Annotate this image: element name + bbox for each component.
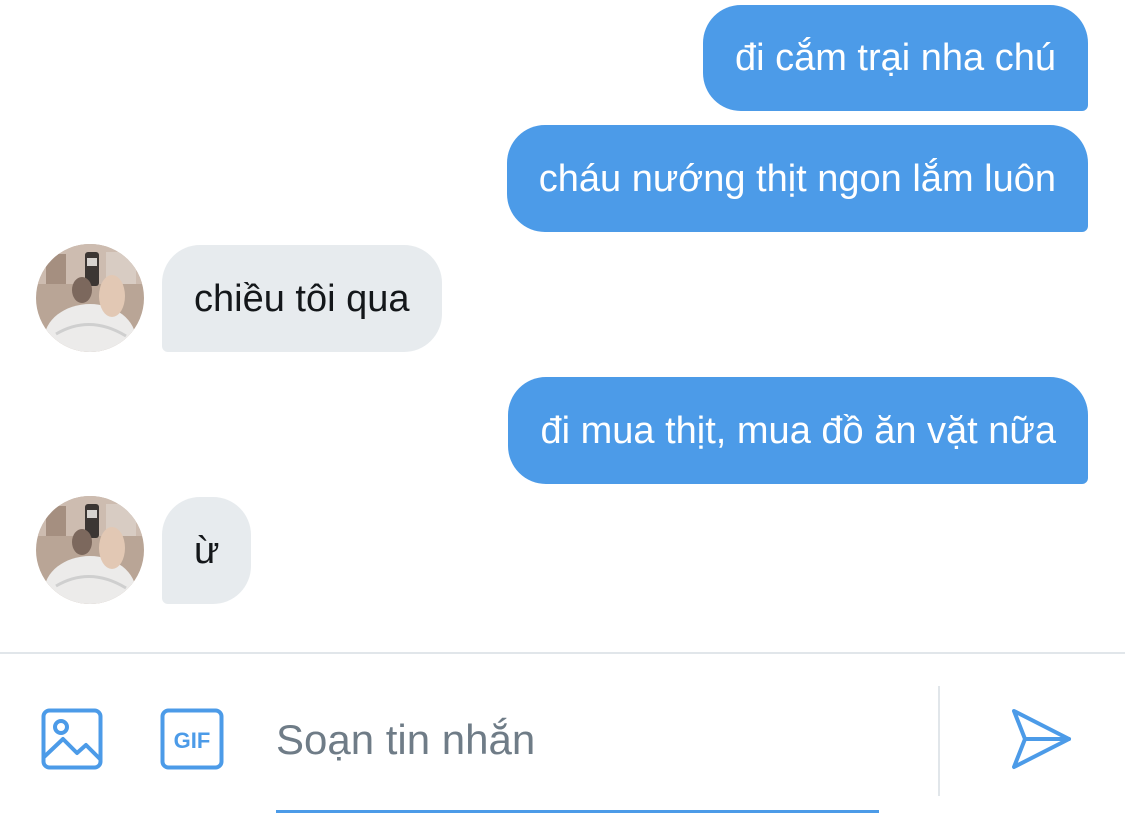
message-bubble-sent[interactable]: cháu nướng thịt ngon lắm luôn (506, 125, 1088, 232)
gif-icon: GIF (160, 708, 224, 770)
message-bubble-sent[interactable]: đi mua thịt, mua đồ ăn vặt nữa (508, 377, 1088, 484)
input-focus-underline (276, 810, 879, 813)
message-text: đi cắm trại nha chú (734, 37, 1056, 79)
avatar[interactable] (36, 496, 144, 604)
composer-divider (0, 652, 1125, 654)
message-bubble-received[interactable]: ừ (162, 497, 252, 604)
image-icon[interactable] (41, 708, 103, 770)
message-input[interactable] (276, 708, 880, 772)
message-text: ừ (194, 529, 220, 572)
message-bubble-received[interactable]: chiều tôi qua (162, 245, 442, 352)
message-text: đi mua thịt, mua đồ ăn vặt nữa (540, 409, 1056, 452)
message-text: cháu nướng thịt ngon lắm luôn (538, 157, 1056, 200)
avatar[interactable] (36, 244, 144, 352)
composer-separator (938, 686, 940, 796)
avatar-image (36, 244, 144, 352)
message-bubble-sent[interactable]: đi cắm trại nha chú (702, 5, 1088, 111)
message-text: chiều tôi qua (194, 277, 410, 320)
gif-label: GIF (174, 728, 211, 753)
gif-button[interactable]: GIF (160, 708, 224, 770)
send-icon[interactable] (1008, 705, 1074, 773)
avatar-image (36, 496, 144, 604)
